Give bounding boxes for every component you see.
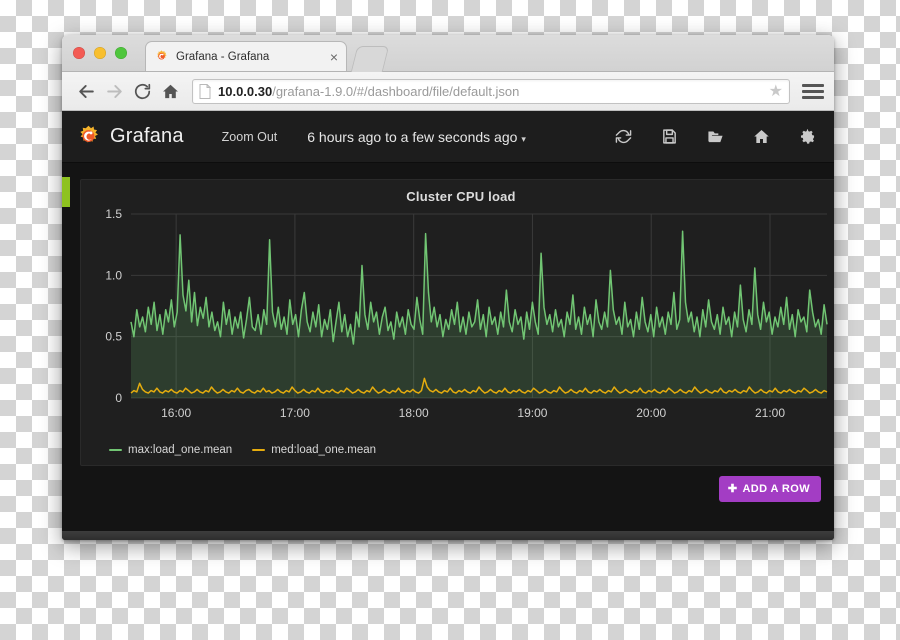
browser-tab[interactable]: Grafana - Grafana × xyxy=(145,41,347,71)
legend-item-max[interactable]: max:load_one.mean xyxy=(109,444,232,456)
back-arrow-icon[interactable] xyxy=(72,77,100,105)
svg-text:20:00: 20:00 xyxy=(636,406,666,420)
url-path: /grafana-1.9.0/#/dashboard/file/default.… xyxy=(272,83,520,99)
save-icon[interactable] xyxy=(661,128,678,145)
chart-legend: max:load_one.mean med:load_one.mean xyxy=(109,444,376,456)
panel-title: Cluster CPU load xyxy=(406,189,516,204)
svg-text:0: 0 xyxy=(115,391,122,405)
reload-icon[interactable] xyxy=(128,77,156,105)
home-icon[interactable] xyxy=(753,128,770,145)
svg-text:16:00: 16:00 xyxy=(161,406,191,420)
legend-label: med:load_one.mean xyxy=(271,444,377,456)
svg-text:17:00: 17:00 xyxy=(280,406,310,420)
gear-icon[interactable] xyxy=(799,128,816,145)
svg-text:19:00: 19:00 xyxy=(517,406,547,420)
svg-text:21:00: 21:00 xyxy=(755,406,785,420)
refresh-icon[interactable] xyxy=(615,128,632,145)
graph-panel: Cluster CPU load 0 0.5 1.0 1.5 16:00 17:00 18:… xyxy=(80,179,834,466)
grafana-navbar: Grafana Zoom Out 6 hours ago to a few se… xyxy=(62,111,834,163)
grafana-toolbar-icons xyxy=(615,128,820,145)
svg-text:0.5: 0.5 xyxy=(105,330,122,344)
row-drag-handle[interactable] xyxy=(62,177,70,207)
svg-text:1.0: 1.0 xyxy=(105,268,122,282)
browser-tab-strip: Grafana - Grafana × xyxy=(62,35,834,72)
minimize-window-button[interactable] xyxy=(94,47,106,59)
address-bar[interactable]: 10.0.0.30/grafana-1.9.0/#/dashboard/file… xyxy=(192,78,790,104)
window-bottom-edge xyxy=(62,531,834,540)
maximize-window-button[interactable] xyxy=(115,47,127,59)
folder-open-icon[interactable] xyxy=(707,128,724,145)
time-range-picker[interactable]: 6 hours ago to a few seconds ago ▾ xyxy=(307,129,526,145)
window-controls xyxy=(73,47,127,59)
legend-label: max:load_one.mean xyxy=(128,444,233,456)
document-icon xyxy=(199,83,211,99)
star-icon[interactable]: ★ xyxy=(763,81,783,101)
svg-text:18:00: 18:00 xyxy=(399,406,429,420)
chevron-down-icon: ▾ xyxy=(521,133,526,144)
grafana-app: Grafana Zoom Out 6 hours ago to a few se… xyxy=(62,111,834,540)
dashboard-body: Cluster CPU load 0 0.5 1.0 1.5 16:00 17:00 18:… xyxy=(62,163,834,540)
grafana-brand-label: Grafana xyxy=(110,125,184,147)
cluster-cpu-load-chart[interactable]: 0 0.5 1.0 1.5 16:00 17:00 18:00 19:00 20:00 21:00 xyxy=(81,208,834,430)
hamburger-menu-icon[interactable] xyxy=(802,80,824,102)
legend-item-med[interactable]: med:load_one.mean xyxy=(252,444,376,456)
grafana-logo-icon xyxy=(157,50,167,60)
home-icon[interactable] xyxy=(156,77,184,105)
svg-text:1.5: 1.5 xyxy=(105,208,122,221)
add-row-label: ADD A ROW xyxy=(742,483,810,495)
forward-arrow-icon[interactable] xyxy=(100,77,128,105)
new-tab-button[interactable] xyxy=(350,46,390,72)
legend-color-swatch xyxy=(252,449,266,451)
grafana-sun-icon xyxy=(80,125,98,143)
browser-tab-title: Grafana - Grafana xyxy=(176,50,270,63)
browser-toolbar: 10.0.0.30/grafana-1.9.0/#/dashboard/file… xyxy=(62,72,834,111)
close-tab-button[interactable]: × xyxy=(324,50,338,64)
browser-window: Grafana - Grafana × 10.0.0.30/grafana-1.… xyxy=(62,35,834,540)
url-host: 10.0.0.30 xyxy=(218,83,273,99)
address-bar-url: 10.0.0.30/grafana-1.9.0/#/dashboard/file… xyxy=(218,84,519,99)
legend-color-swatch xyxy=(109,449,122,451)
zoom-out-button[interactable]: Zoom Out xyxy=(222,130,278,144)
time-range-label: 6 hours ago to a few seconds ago xyxy=(307,128,518,145)
add-row-button[interactable]: ✚ ADD A ROW xyxy=(718,476,821,502)
close-window-button[interactable] xyxy=(73,47,85,59)
plus-circle-icon: ✚ xyxy=(727,482,738,495)
